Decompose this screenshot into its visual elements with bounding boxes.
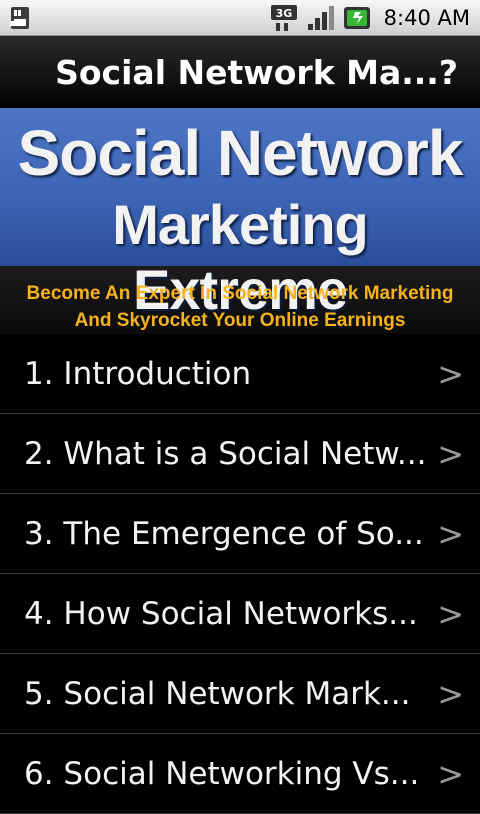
battery-charging-icon [342,4,374,32]
chapter-label: 5. Social Network Mark... [24,675,411,712]
svg-text:3G: 3G [275,7,292,20]
status-clock: 8:40 AM [383,5,470,30]
chapter-item-5[interactable]: 5. Social Network Mark... > [0,654,480,734]
sd-card-icon [8,5,32,31]
chapter-list: 1. Introduction > 2. What is a Social Ne… [0,334,480,814]
book-cover-banner: Social Network Marketing Extreme Become … [0,108,480,334]
chevron-right-icon: > [437,434,464,473]
signal-strength-icon [306,4,336,32]
status-bar: 3G 8:40 AM [0,0,480,36]
chevron-right-icon: > [437,594,464,633]
chapter-label: 2. What is a Social Netw... [24,435,427,472]
chapter-item-1[interactable]: 1. Introduction > [0,334,480,414]
network-3g-icon: 3G [270,3,300,33]
banner-tagline-line2: And Skyrocket Your Online Earnings [74,310,406,331]
chevron-right-icon: > [437,354,464,393]
chapter-label: 6. Social Networking Vs... [24,755,420,792]
chapter-label: 1. Introduction [24,355,252,392]
chevron-right-icon: > [437,514,464,553]
chapter-label: 4. How Social Networks... [24,595,418,632]
chapter-item-6[interactable]: 6. Social Networking Vs... > [0,734,480,814]
page-title: Social Network Ma...? [55,52,458,92]
chapter-item-3[interactable]: 3. The Emergence of So... > [0,494,480,574]
chevron-right-icon: > [437,754,464,793]
chapter-item-4[interactable]: 4. How Social Networks... > [0,574,480,654]
banner-tagline-line1: Become An Expert In Social Network Marke… [26,283,454,304]
chevron-right-icon: > [437,674,464,713]
chapter-item-2[interactable]: 2. What is a Social Netw... > [0,414,480,494]
banner-headline-line1: Social Network [17,117,464,189]
app-title-bar: Social Network Ma...? [0,36,480,108]
chapter-label: 3. The Emergence of So... [24,515,424,552]
